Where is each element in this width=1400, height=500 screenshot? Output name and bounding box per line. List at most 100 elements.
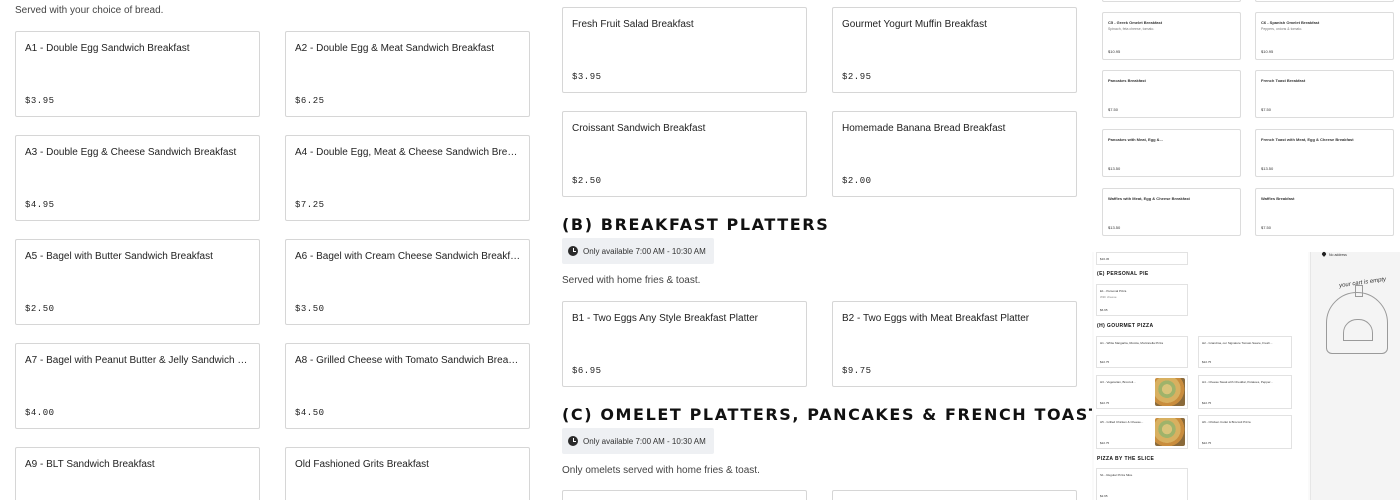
menu-item-c-partial[interactable]	[832, 490, 1077, 500]
menu-item-grits[interactable]: Old Fashioned Grits Breakfast	[285, 447, 530, 500]
item-price: $2.50	[25, 304, 55, 314]
menu-item-b1[interactable]: B1 - Two Eggs Any Style Breakfast Platte…	[562, 301, 807, 387]
thumb-price: $13.50	[1108, 166, 1121, 171]
item-price: $4.00	[25, 408, 55, 418]
thumb-price: $2.95	[1100, 494, 1108, 498]
thumb-card[interactable]: French Toast Breakfast $7.50	[1255, 70, 1394, 118]
thumb-name: H3 - Vegetarian, Broccoli...	[1100, 380, 1136, 384]
section-note: Only omelets served with home fries & to…	[562, 465, 760, 476]
item-price: $2.00	[842, 176, 872, 186]
item-price: $6.25	[295, 96, 325, 106]
thumb-desc: Spinach, feta cheese, tomato.	[1108, 27, 1155, 31]
thumb-name: French Toast Breakfast	[1261, 78, 1306, 83]
thumb-name: French Toast with Meat, Egg & Cheese Bre…	[1261, 137, 1354, 142]
item-name: A7 - Bagel with Peanut Butter & Jelly Sa…	[25, 355, 251, 366]
thumb-name: Waffles Breakfast	[1261, 196, 1295, 201]
item-price: $2.50	[572, 176, 602, 186]
thumb-name: C6 - Spanish Omelet Breakfast	[1261, 20, 1320, 25]
pizza-image	[1155, 418, 1185, 446]
menu-item-a8[interactable]: A8 - Grilled Cheese with Tomato Sandwich…	[285, 343, 530, 429]
clock-icon	[568, 436, 578, 446]
thumb-item: H1 - White Margarita, Ricotta, Mozzarell…	[1096, 336, 1188, 368]
menu-item-a5[interactable]: A5 - Bagel with Butter Sandwich Breakfas…	[15, 239, 260, 325]
thumb-item: H5 - Grilled Chicken & Cheese... $22.75	[1096, 415, 1188, 449]
thumb-card[interactable]: C6 - Spanish Omelet Breakfast Peppers, o…	[1255, 12, 1394, 60]
thumb-item: E1 - Personal Pizza With cheese $6.95	[1096, 284, 1188, 316]
menu-item-croissant[interactable]: Croissant Sandwich Breakfast $2.50	[562, 111, 807, 197]
thumb-name: H4 - Cheese Steak with Cheddar, Potatoes…	[1202, 380, 1273, 384]
availability-text: Only available 7:00 AM - 10:30 AM	[583, 436, 706, 446]
menu-item-fruit-salad[interactable]: Fresh Fruit Salad Breakfast $3.95	[562, 7, 807, 93]
item-name: Homemade Banana Bread Breakfast	[842, 123, 1006, 134]
clock-icon	[568, 246, 578, 256]
item-name: Old Fashioned Grits Breakfast	[295, 459, 429, 470]
menu-item-a6[interactable]: A6 - Bagel with Cream Cheese Sandwich Br…	[285, 239, 530, 325]
menu-item-a3[interactable]: A3 - Double Egg & Cheese Sandwich Breakf…	[15, 135, 260, 221]
location-pin-icon	[1321, 251, 1327, 257]
thumb-price: $10.95	[1261, 49, 1274, 54]
item-price: $4.95	[25, 200, 55, 210]
thumb-card-partial	[1102, 0, 1241, 2]
thumb-price: $22.75	[1100, 441, 1110, 445]
thumb-name: H6 - Chicken Cutlet & Broccoli Pizza	[1202, 420, 1251, 424]
item-price: $9.75	[842, 366, 872, 376]
thumb-item: H2 - Grandma, our Signature Tomato Sauce…	[1198, 336, 1292, 368]
thumb-card-partial	[1255, 0, 1394, 2]
thumb-price: $6.95	[1100, 308, 1108, 312]
item-price: $3.95	[572, 72, 602, 82]
section-title-b: (B) Breakfast Platters	[562, 215, 830, 234]
item-name: A8 - Grilled Cheese with Tomato Sandwich…	[295, 355, 521, 366]
availability-badge: Only available 7:00 AM - 10:30 AM	[562, 238, 714, 264]
thumb-price: $7.50	[1261, 107, 1272, 112]
menu-item-a1[interactable]: A1 - Double Egg Sandwich Breakfast $3.95	[15, 31, 260, 117]
thumb-name: C5 - Greek Omelet Breakfast	[1108, 20, 1163, 25]
menu-item-a9[interactable]: A9 - BLT Sandwich Breakfast	[15, 447, 260, 500]
availability-badge: Only available 7:00 AM - 10:30 AM	[562, 428, 714, 454]
menu-item-yogurt-muffin[interactable]: Gourmet Yogurt Muffin Breakfast $2.95	[832, 7, 1077, 93]
thumb-name: S1 - Regular Pizza Slice	[1100, 473, 1133, 477]
item-name: A2 - Double Egg & Meat Sandwich Breakfas…	[295, 43, 494, 54]
item-name: B1 - Two Eggs Any Style Breakfast Platte…	[572, 313, 759, 324]
menu-item-c-partial[interactable]	[562, 490, 807, 500]
thumb-price: $22.75	[1202, 441, 1212, 445]
item-price: $6.95	[572, 366, 602, 376]
item-name: A4 - Double Egg, Meat & Cheese Sandwich …	[295, 147, 521, 158]
item-name: Fresh Fruit Salad Breakfast	[572, 19, 694, 30]
thumb-heading: (E) PERSONAL PIE	[1097, 271, 1149, 277]
thumb-name: Pancakes with Meat, Egg &...	[1108, 137, 1163, 142]
thumb-price: $22.75	[1100, 401, 1110, 405]
menu-item-a4[interactable]: A4 - Double Egg, Meat & Cheese Sandwich …	[285, 135, 530, 221]
thumb-card[interactable]: C5 - Greek Omelet Breakfast Spinach, fet…	[1102, 12, 1241, 60]
thumb-card[interactable]: Waffles Breakfast $7.50	[1255, 188, 1394, 236]
thumb-desc: Peppers, onions & tomato.	[1261, 27, 1303, 31]
thumb-card[interactable]: Waffles with Meat, Egg & Cheese Breakfas…	[1102, 188, 1241, 236]
item-price: $3.95	[25, 96, 55, 106]
thumb-card[interactable]: Pancakes Breakfast $7.50	[1102, 70, 1241, 118]
thumb-name: H2 - Grandma, our Signature Tomato Sauce…	[1202, 341, 1273, 345]
thumb-card[interactable]: French Toast with Meat, Egg & Cheese Bre…	[1255, 129, 1394, 177]
thumb-price: $13.50	[1108, 225, 1121, 230]
menu-item-banana-bread[interactable]: Homemade Banana Bread Breakfast $2.00	[832, 111, 1077, 197]
section-title-c: (C) Omelet Platters, Pancakes & French T…	[562, 405, 1102, 424]
thumb-price: $7.50	[1261, 225, 1272, 230]
thumb-price: $10.95	[1108, 49, 1121, 54]
thumb-desc: With cheese	[1100, 295, 1117, 299]
thumb-name: H5 - Grilled Chicken & Cheese...	[1100, 420, 1144, 424]
section-note: Served with your choice of bread.	[15, 5, 164, 16]
thumb-price: $13.50	[1261, 166, 1274, 171]
section-note: Served with home fries & toast.	[562, 275, 701, 286]
cart-address: No address	[1329, 253, 1347, 257]
menu-item-b2[interactable]: B2 - Two Eggs with Meat Breakfast Platte…	[832, 301, 1077, 387]
thumb-heading: PIZZA BY THE SLICE	[1097, 456, 1155, 462]
menu-item-a7[interactable]: A7 - Bagel with Peanut Butter & Jelly Sa…	[15, 343, 260, 429]
thumb-price: $16.45	[1100, 257, 1110, 261]
availability-text: Only available 7:00 AM - 10:30 AM	[583, 246, 706, 256]
item-name: A6 - Bagel with Cream Cheese Sandwich Br…	[295, 251, 521, 262]
item-price: $7.25	[295, 200, 325, 210]
pizza-oven-icon	[1326, 285, 1388, 354]
thumb-price: $7.50	[1108, 107, 1119, 112]
thumb-card[interactable]: Pancakes with Meat, Egg &... $13.50	[1102, 129, 1241, 177]
menu-item-a2[interactable]: A2 - Double Egg & Meat Sandwich Breakfas…	[285, 31, 530, 117]
thumb-name: H1 - White Margarita, Ricotta, Mozzarell…	[1100, 341, 1164, 345]
item-name: Gourmet Yogurt Muffin Breakfast	[842, 19, 987, 30]
